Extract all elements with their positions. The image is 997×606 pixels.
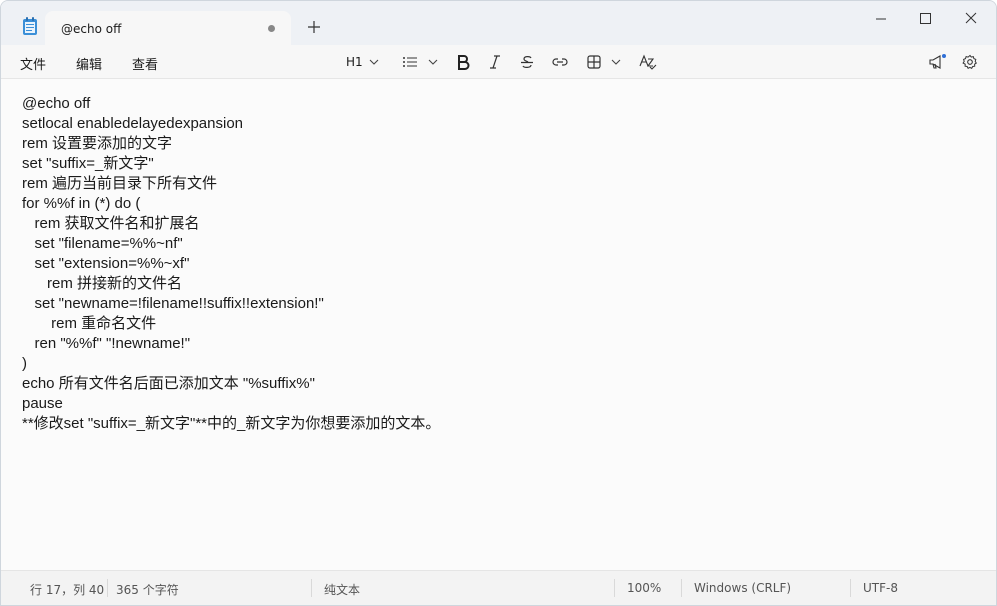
status-divider	[614, 579, 615, 597]
close-button[interactable]	[959, 9, 983, 29]
minimize-button[interactable]	[869, 9, 893, 29]
announcement-button[interactable]	[928, 53, 946, 71]
line-ending[interactable]: Windows (CRLF)	[694, 581, 791, 595]
spellcheck-button[interactable]	[639, 53, 657, 71]
italic-icon	[490, 55, 500, 69]
tab-title: @echo off	[61, 22, 122, 36]
status-divider	[107, 579, 108, 597]
chevron-down-icon	[428, 59, 438, 65]
editor-content[interactable]: @echo off setlocal enabledelayedexpansion…	[22, 94, 440, 434]
status-divider	[311, 579, 312, 597]
zoom-level[interactable]: 100%	[627, 581, 661, 595]
document-tab[interactable]: @echo off	[45, 11, 291, 45]
announcement-icon	[929, 54, 946, 69]
menu-edit[interactable]: 编辑	[76, 54, 102, 73]
unsaved-dot-icon[interactable]	[268, 25, 275, 32]
table-icon	[587, 55, 601, 69]
editor-line[interactable]: pause	[22, 394, 440, 414]
menu-file[interactable]: 文件	[20, 54, 46, 73]
gear-icon	[962, 54, 977, 69]
editor-line[interactable]: echo 所有文件名后面已添加文本 "%suffix%"	[22, 374, 440, 394]
editor-line[interactable]: )	[22, 354, 440, 374]
notepad-app-icon	[21, 16, 39, 36]
list-icon	[403, 57, 417, 67]
editor-line[interactable]: rem 拼接新的文件名	[22, 274, 440, 294]
editor-line[interactable]: rem 获取文件名和扩展名	[22, 214, 440, 234]
encoding[interactable]: UTF-8	[863, 581, 898, 595]
link-button[interactable]	[552, 53, 568, 71]
editor-line[interactable]: setlocal enabledelayedexpansion	[22, 114, 440, 134]
link-icon	[552, 58, 568, 66]
editor-line[interactable]: set "newname=!filename!!suffix!!extensio…	[22, 294, 440, 314]
status-divider	[681, 579, 682, 597]
chevron-down-icon	[369, 59, 379, 65]
list-dropdown[interactable]	[402, 53, 438, 71]
status-divider	[850, 579, 851, 597]
plus-icon	[308, 21, 320, 33]
new-tab-button[interactable]	[305, 18, 323, 36]
character-count: 365 个字符	[116, 583, 179, 597]
menu-bar: 文件 编辑 查看 H1	[1, 45, 996, 79]
close-icon	[965, 12, 977, 24]
maximize-button[interactable]	[913, 9, 937, 29]
editor-line[interactable]: ren "%%f" "!newname!"	[22, 334, 440, 354]
menu-view[interactable]: 查看	[132, 54, 158, 73]
heading-dropdown[interactable]: H1	[346, 53, 379, 71]
editor-line[interactable]: rem 重命名文件	[22, 314, 440, 334]
bold-icon	[458, 55, 470, 70]
text-format[interactable]: 纯文本	[324, 581, 360, 598]
status-bar: 行 17，列 40 365 个字符 纯文本 100% Windows (CRLF…	[1, 570, 996, 605]
editor-line[interactable]: rem 设置要添加的文字	[22, 134, 440, 154]
editor-line[interactable]: rem 遍历当前目录下所有文件	[22, 174, 440, 194]
strikethrough-icon	[521, 56, 533, 68]
editor-line[interactable]: for %%f in (*) do (	[22, 194, 440, 214]
editor-line[interactable]: **修改set "suffix=_新文字"**中的_新文字为你想要添加的文本。	[22, 414, 440, 434]
editor-line[interactable]: @echo off	[22, 94, 440, 114]
table-dropdown[interactable]	[587, 53, 621, 71]
chevron-down-icon	[611, 59, 621, 65]
spellcheck-icon	[639, 54, 657, 70]
title-bar: @echo off	[1, 1, 996, 45]
bold-button[interactable]	[456, 53, 470, 71]
minimize-icon	[876, 18, 886, 20]
heading-label: H1	[346, 55, 363, 69]
italic-button[interactable]	[488, 53, 502, 71]
editor-line[interactable]: set "extension=%%~xf"	[22, 254, 440, 274]
text-editor[interactable]: @echo off setlocal enabledelayedexpansion…	[1, 79, 996, 571]
strikethrough-button[interactable]	[520, 53, 534, 71]
editor-line[interactable]: set "suffix=_新文字"	[22, 154, 440, 174]
settings-button[interactable]	[962, 53, 978, 71]
editor-line[interactable]: set "filename=%%~nf"	[22, 234, 440, 254]
maximize-icon	[920, 13, 931, 24]
notepad-window: @echo off 文件 编辑 查看 H1 @echo off setlocal…	[0, 0, 997, 606]
cursor-position[interactable]: 行 17，列 40	[30, 581, 104, 598]
